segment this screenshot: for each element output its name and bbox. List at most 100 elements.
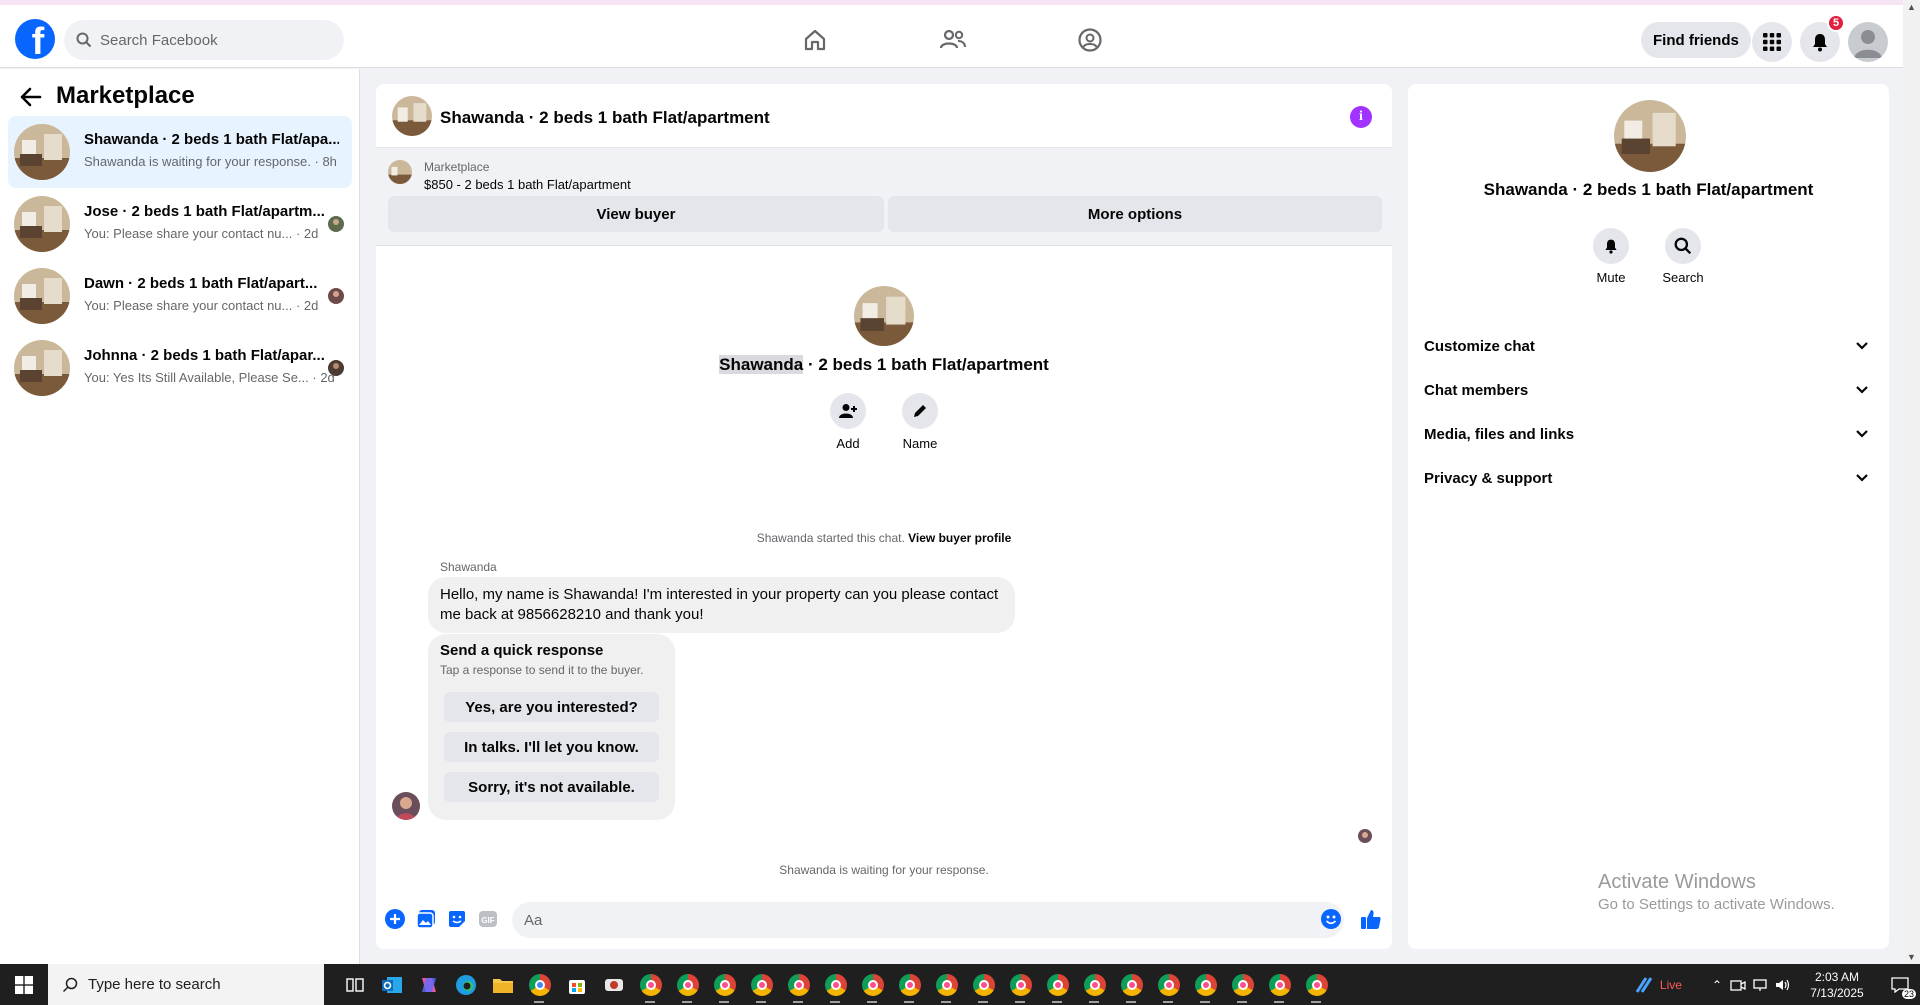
volume-icon[interactable] (1774, 978, 1790, 992)
plus-circle-icon[interactable] (384, 908, 406, 930)
live-widget[interactable]: Live (1634, 976, 1682, 994)
quick-response-button[interactable]: Sorry, it's not available. (444, 772, 659, 802)
sender-avatar[interactable] (392, 792, 420, 820)
chrome-profile-icon[interactable] (928, 964, 965, 1005)
file-explorer-icon[interactable] (484, 964, 521, 1005)
edit-name-button[interactable]: Name (890, 393, 950, 451)
search-input[interactable] (100, 31, 320, 49)
edge-icon[interactable] (447, 964, 484, 1005)
page-scrollbar[interactable]: ▲ ▼ (1903, 0, 1920, 964)
chrome-icon[interactable] (521, 964, 558, 1005)
chrome-profile-icon[interactable] (780, 964, 817, 1005)
chrome-profile-icon[interactable] (743, 964, 780, 1005)
chat-title[interactable]: Shawanda · 2 beds 1 bath Flat/apartment (440, 108, 770, 128)
conversation-item[interactable]: Shawanda · 2 beds 1 bath Flat/apa... Sha… (8, 116, 352, 188)
chrome-profile-icon[interactable] (1039, 964, 1076, 1005)
find-friends-button[interactable]: Find friends (1641, 22, 1751, 58)
view-buyer-profile-link[interactable]: View buyer profile (908, 531, 1011, 545)
add-people-button[interactable]: Add (818, 393, 878, 451)
chrome-profile-icon[interactable] (1076, 964, 1113, 1005)
chrome-profile-icon[interactable] (1002, 964, 1039, 1005)
account-avatar[interactable] (1848, 22, 1888, 62)
chat-members-section[interactable]: Chat members (1416, 368, 1881, 412)
privacy-support-section[interactable]: Privacy & support (1416, 456, 1881, 500)
cricket-icon (1635, 976, 1653, 993)
scroll-down-icon[interactable]: ▼ (1907, 952, 1916, 962)
thumbs-up-icon[interactable] (1360, 908, 1382, 930)
conversation-preview: You: Yes Its Still Available, Please Se.… (84, 370, 335, 385)
app-icon[interactable] (595, 964, 632, 1005)
listing-title[interactable]: $850 - 2 beds 1 bath Flat/apartment (424, 177, 631, 192)
chrome-profile-icon[interactable] (891, 964, 928, 1005)
notification-center-icon[interactable]: 23 (1880, 964, 1920, 1005)
pencil-icon (902, 393, 938, 429)
quick-response-button[interactable]: In talks. I'll let you know. (444, 732, 659, 762)
windows-start-icon[interactable] (0, 964, 48, 1005)
chrome-profile-icon[interactable] (965, 964, 1002, 1005)
taskbar-search[interactable]: Type here to search (48, 964, 324, 1005)
listing-thumbnail (14, 268, 70, 324)
chrome-profile-icon[interactable] (706, 964, 743, 1005)
sticker-icon[interactable] (446, 908, 468, 930)
chevron-down-icon (1856, 474, 1868, 482)
chrome-profile-icon[interactable] (1298, 964, 1335, 1005)
gif-icon[interactable]: GIF (477, 908, 499, 930)
scroll-up-icon[interactable]: ▲ (1907, 2, 1916, 12)
profile-circle-icon[interactable] (1072, 22, 1108, 58)
clock[interactable]: 2:03 AM 7/13/2025 (1794, 969, 1880, 1001)
more-options-button[interactable]: More options (888, 196, 1382, 232)
mute-button[interactable]: Mute (1576, 228, 1646, 285)
back-arrow-icon[interactable] (20, 87, 42, 112)
photo-icon[interactable] (415, 908, 437, 930)
chrome-profile-icon[interactable] (854, 964, 891, 1005)
customize-chat-section[interactable]: Customize chat (1416, 324, 1881, 368)
chrome-profile-icon[interactable] (1150, 964, 1187, 1005)
store-icon[interactable] (558, 964, 595, 1005)
facebook-logo-icon[interactable]: f (15, 19, 55, 59)
name-label: Name (902, 436, 938, 451)
intro-name-rest: · 2 beds 1 bath Flat/apartment (803, 355, 1049, 374)
conversation-item[interactable]: Johnna · 2 beds 1 bath Flat/apar... You:… (8, 332, 352, 404)
conversation-item[interactable]: Jose · 2 beds 1 bath Flat/apartm... You:… (8, 188, 352, 260)
watermark-line2: Go to Settings to activate Windows. (1598, 896, 1835, 913)
home-icon[interactable] (797, 22, 833, 58)
listing-thumbnail (14, 340, 70, 396)
search-box[interactable] (64, 20, 344, 60)
info-icon[interactable]: i (1350, 106, 1372, 128)
conversation-item[interactable]: Dawn · 2 beds 1 bath Flat/apart... You: … (8, 260, 352, 332)
conversation-title: Dawn · 2 beds 1 bath Flat/apart... (84, 275, 318, 292)
media-files-links-section[interactable]: Media, files and links (1416, 412, 1881, 456)
outlook-icon[interactable] (373, 964, 410, 1005)
notification-count: 23 (1901, 989, 1916, 999)
search-in-chat-button[interactable]: Search (1648, 228, 1718, 285)
chrome-profile-icon[interactable] (1261, 964, 1298, 1005)
chrome-profile-icon[interactable] (817, 964, 854, 1005)
details-title: Shawanda · 2 beds 1 bath Flat/apartment (1483, 180, 1814, 199)
friends-icon[interactable] (935, 22, 971, 58)
message-input[interactable] (512, 902, 1344, 938)
conversation-preview: You: Please share your contact nu... · 2… (84, 226, 319, 241)
conversation-preview: Shawanda is waiting for your response. ·… (84, 154, 337, 169)
system-tray: Live ⌃ 2:03 AM 7/13/2025 23 (1634, 964, 1920, 1005)
details-thumbnail[interactable] (1614, 100, 1686, 172)
emoji-icon[interactable] (1320, 908, 1342, 930)
copilot-icon[interactable] (410, 964, 447, 1005)
quick-response-subtitle: Tap a response to send it to the buyer. (440, 663, 644, 677)
menu-grid-icon[interactable] (1752, 22, 1792, 62)
chevron-up-icon[interactable]: ⌃ (1712, 978, 1722, 992)
chrome-profile-icon[interactable] (669, 964, 706, 1005)
chat-header: Shawanda · 2 beds 1 bath Flat/apartment … (376, 84, 1392, 148)
network-icon[interactable] (1752, 978, 1768, 992)
chrome-profile-icon[interactable] (1224, 964, 1261, 1005)
chat-started-notice: Shawanda started this chat. View buyer p… (376, 531, 1392, 545)
quick-response-button[interactable]: Yes, are you interested? (444, 692, 659, 722)
chrome-profile-icon[interactable] (1187, 964, 1224, 1005)
chrome-profile-icon[interactable] (1113, 964, 1150, 1005)
read-receipt-avatar (328, 360, 344, 376)
task-view-icon[interactable] (336, 964, 373, 1005)
watermark-line1: Activate Windows (1598, 871, 1756, 893)
view-buyer-button[interactable]: View buyer (388, 196, 884, 232)
chat-thumbnail[interactable] (392, 96, 432, 136)
meet-now-icon[interactable] (1730, 978, 1746, 992)
chrome-profile-icon[interactable] (632, 964, 669, 1005)
